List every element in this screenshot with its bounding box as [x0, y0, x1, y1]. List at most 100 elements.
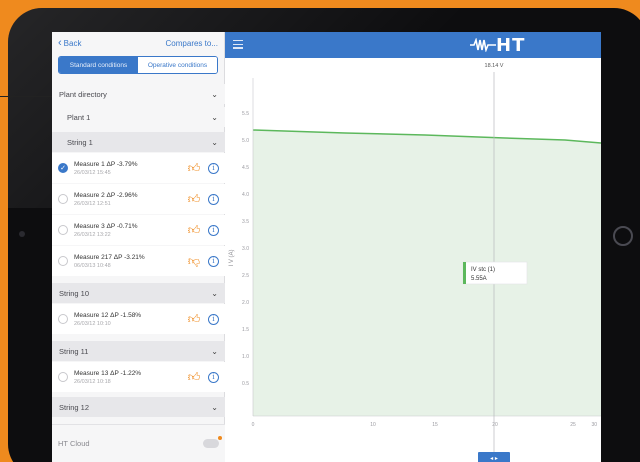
unselected-check-icon[interactable]	[58, 256, 68, 266]
top-bar: HT	[225, 32, 601, 58]
chevron-down-icon: ⌄	[211, 346, 218, 356]
chevron-down-icon: ⌄	[211, 112, 218, 122]
cursor-nav-button[interactable]: ◂ ▸	[478, 452, 510, 462]
plant-directory-row[interactable]: Plant directory ⌄	[52, 84, 225, 104]
curve-fill-area	[253, 130, 601, 416]
app-screen: ‹ Back Compares to... Standard condition…	[52, 32, 601, 462]
unselected-check-icon[interactable]	[58, 194, 68, 204]
info-icon[interactable]: i	[208, 224, 219, 236]
cloud-status-dot	[218, 436, 222, 440]
chevron-down-icon: ⌄	[211, 137, 218, 147]
x-tick-label: 0	[252, 422, 255, 428]
segment-operative-conditions[interactable]: Operative conditions	[138, 57, 217, 73]
logo-text: HT	[496, 34, 526, 56]
ht-logo: HT	[470, 34, 526, 56]
value-tooltip: IV stc (1) 5.55A	[462, 261, 528, 285]
string-12-label: String 12	[59, 402, 90, 412]
y-tick-label: 0.5	[242, 381, 249, 387]
sidebar-footer: HT Cloud	[52, 424, 225, 462]
info-icon[interactable]: i	[208, 162, 219, 174]
info-icon[interactable]: i	[208, 371, 219, 383]
string-12-row[interactable]: String 12 ⌄	[52, 397, 225, 417]
info-icon[interactable]: i	[208, 193, 219, 205]
y-tick-label: 5.5	[242, 111, 249, 117]
measure-date: 26/03/12 15:45	[74, 169, 111, 176]
y-tick-label: 5.0	[242, 138, 249, 144]
measure-title: Measure 2 ΔP -2.96%	[74, 191, 138, 199]
main-panel: HT 5.5 5.0 4.5 4.0 3.5 3.0 2.5 2.0 1.5 1…	[225, 32, 601, 462]
conditions-segmented-control: Standard conditions Operative conditions	[58, 56, 218, 74]
unselected-check-icon[interactable]	[58, 372, 68, 382]
y-tick-label: 2.0	[242, 300, 249, 306]
tooltip-value: 5.55A	[471, 276, 487, 282]
y-tick-label: 3.5	[242, 219, 249, 225]
back-button[interactable]: ‹ Back	[58, 36, 82, 49]
chevron-down-icon: ⌄	[211, 402, 218, 412]
thumbs-up-icon: 👍︎	[187, 311, 201, 326]
unselected-check-icon[interactable]	[58, 314, 68, 324]
x-tick-label: 10	[370, 422, 376, 428]
info-icon[interactable]: i	[208, 255, 219, 267]
thumbs-down-icon: 👎︎	[187, 253, 201, 268]
measure-row[interactable]: ✓ Measure 1 ΔP -3.79% 26/03/12 15:45 👍︎ …	[52, 153, 225, 183]
y-tick-label: 4.0	[242, 192, 249, 198]
logo-wave-icon	[470, 38, 496, 52]
x-tick-label: 30	[591, 422, 597, 428]
measure-title: Measure 217 ΔP -3.21%	[74, 253, 145, 261]
y-tick-label: 1.5	[242, 327, 249, 333]
unselected-check-icon[interactable]	[58, 225, 68, 235]
menu-icon[interactable]	[233, 40, 243, 49]
string-10-row[interactable]: String 10 ⌄	[52, 283, 225, 303]
selected-check-icon[interactable]: ✓	[58, 163, 68, 173]
back-label: Back	[63, 38, 82, 48]
cloud-icon[interactable]	[203, 436, 222, 448]
measure-row[interactable]: Measure 13 ΔP -1.22% 26/03/12 10:18 👍︎ i	[52, 362, 225, 392]
measure-row[interactable]: Measure 217 ΔP -3.21% 06/03/13 10:48 👎︎ …	[52, 246, 225, 276]
thumbs-up-icon: 👍︎	[187, 160, 201, 175]
thumbs-up-icon: 👍︎	[187, 191, 201, 206]
y-tick-label: 4.5	[242, 165, 249, 171]
chevron-left-icon: ‹	[58, 36, 62, 49]
chevron-down-icon: ⌄	[211, 288, 218, 298]
measure-date: 26/03/12 10:18	[74, 378, 111, 385]
callout-line	[0, 96, 58, 97]
measure-row[interactable]: Measure 2 ΔP -2.96% 26/03/12 12:51 👍︎ i	[52, 184, 225, 214]
compare-to-button[interactable]: Compares to...	[166, 39, 218, 48]
string-10-label: String 10	[59, 288, 90, 298]
measure-row[interactable]: Measure 3 ΔP -0.71% 26/03/12 13:22 👍︎ i	[52, 215, 225, 245]
measure-row[interactable]: Measure 12 ΔP -1.58% 26/03/12 10:10 👍︎ i	[52, 304, 225, 334]
string-11-row[interactable]: String 11 ⌄	[52, 341, 225, 361]
chevron-down-icon: ⌄	[211, 89, 218, 99]
segment-standard-conditions[interactable]: Standard conditions	[59, 57, 138, 73]
cursor-nav-arrows: ◂ ▸	[490, 456, 498, 462]
y-tick-label: 2.5	[242, 273, 249, 279]
iv-curve-plot[interactable]: 5.5 5.0 4.5 4.0 3.5 3.0 2.5 2.0 1.5 1.0 …	[225, 58, 601, 462]
tooltip-series: IV stc (1)	[471, 267, 495, 273]
plant-row[interactable]: Plant 1 ⌄	[52, 107, 225, 127]
plant-directory-label: Plant directory	[59, 89, 107, 99]
cursor-value-label: 18.14 V	[485, 63, 504, 69]
camera-icon	[19, 231, 25, 237]
y-axis-label: I V (A)	[229, 249, 235, 266]
plot-svg: 5.5 5.0 4.5 4.0 3.5 3.0 2.5 2.0 1.5 1.0 …	[225, 58, 601, 462]
plant-label: Plant 1	[67, 112, 91, 122]
y-tick-label: 1.0	[242, 354, 249, 360]
ht-cloud-label: HT Cloud	[58, 439, 90, 448]
measure-title: Measure 13 ΔP -1.22%	[74, 369, 142, 377]
thumbs-up-icon: 👍︎	[187, 369, 201, 384]
measure-date: 26/03/12 13:22	[74, 231, 111, 238]
measure-date: 26/03/12 12:51	[74, 200, 111, 207]
measure-title: Measure 12 ΔP -1.58%	[74, 311, 142, 319]
y-tick-label: 3.0	[242, 246, 249, 252]
info-icon[interactable]: i	[208, 313, 219, 325]
measure-date: 06/03/13 10:48	[74, 262, 111, 269]
string-1-label: String 1	[67, 137, 93, 147]
measure-title: Measure 1 ΔP -3.79%	[74, 160, 138, 168]
x-tick-label: 20	[492, 422, 498, 428]
string-1-row[interactable]: String 1 ⌄	[52, 132, 225, 152]
string-11-label: String 11	[59, 346, 89, 356]
home-button[interactable]	[613, 226, 633, 246]
sidebar-nav-bar: ‹ Back Compares to...	[52, 32, 224, 54]
measure-title: Measure 3 ΔP -0.71%	[74, 222, 138, 230]
sidebar: ‹ Back Compares to... Standard condition…	[52, 32, 225, 462]
